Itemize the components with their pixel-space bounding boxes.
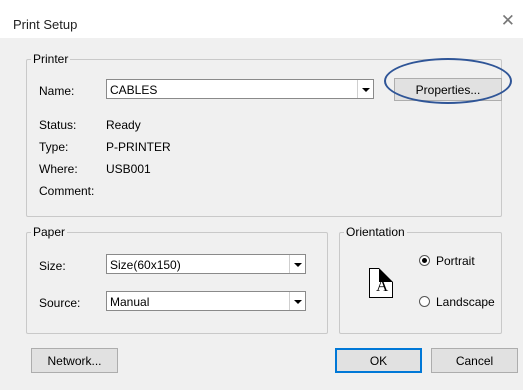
- source-label: Source:: [39, 296, 81, 310]
- window-title: Print Setup: [13, 17, 78, 32]
- landscape-radio[interactable]: [419, 296, 430, 307]
- orientation-group-label: Orientation: [346, 225, 405, 239]
- highlight-circle: [384, 58, 512, 104]
- size-label: Size:: [39, 259, 66, 273]
- paper-group-label: Paper: [33, 225, 66, 239]
- comment-label: Comment:: [39, 184, 95, 198]
- portrait-page-icon: A: [369, 268, 393, 298]
- chevron-down-icon[interactable]: [357, 80, 373, 98]
- printer-name-dropdown[interactable]: CABLES: [106, 79, 374, 99]
- paper-size-value: Size(60x150): [110, 258, 181, 272]
- where-label: Where:: [39, 162, 78, 176]
- printer-group-label: Printer: [33, 52, 69, 66]
- name-label: Name:: [39, 84, 75, 98]
- where-value: USB001: [106, 162, 151, 176]
- ok-button[interactable]: OK: [335, 348, 422, 373]
- orientation-group: Orientation: [339, 225, 502, 334]
- chevron-down-icon[interactable]: [289, 292, 305, 310]
- landscape-label[interactable]: Landscape: [436, 295, 495, 309]
- paper-source-value: Manual: [110, 295, 150, 309]
- portrait-radio[interactable]: [419, 255, 430, 266]
- paper-group: Paper: [26, 225, 328, 334]
- paper-source-dropdown[interactable]: Manual: [106, 291, 306, 311]
- type-label: Type:: [39, 140, 69, 154]
- portrait-label[interactable]: Portrait: [436, 254, 475, 268]
- title-bar[interactable]: [0, 0, 523, 38]
- status-label: Status:: [39, 118, 77, 132]
- close-icon[interactable]: ✕: [501, 13, 515, 30]
- cancel-button[interactable]: Cancel: [431, 348, 518, 373]
- status-value: Ready: [106, 118, 141, 132]
- printer-name-value: CABLES: [110, 83, 158, 97]
- paper-size-dropdown[interactable]: Size(60x150): [106, 254, 306, 274]
- chevron-down-icon[interactable]: [289, 255, 305, 273]
- page-letter-icon: A: [376, 276, 389, 295]
- type-value: P-PRINTER: [106, 140, 171, 154]
- network-button[interactable]: Network...: [31, 348, 118, 373]
